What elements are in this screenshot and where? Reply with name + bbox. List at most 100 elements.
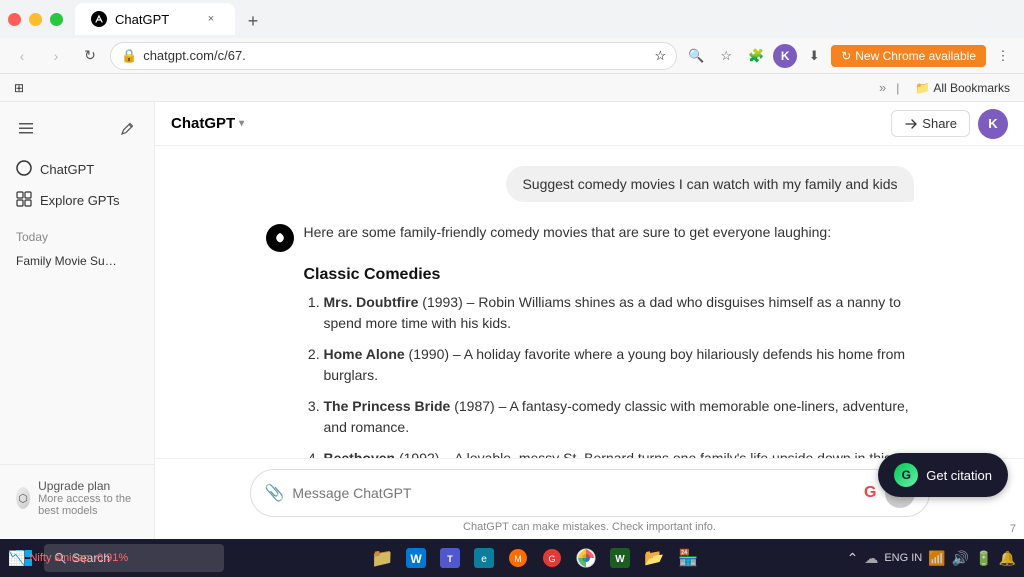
taskbar-app-1[interactable]: W bbox=[401, 543, 431, 573]
download-icon[interactable]: ⬇ bbox=[801, 43, 827, 69]
sidebar-item-explore[interactable]: Explore GPTs bbox=[8, 185, 146, 216]
svg-text:M: M bbox=[515, 554, 523, 564]
user-avatar[interactable]: K bbox=[978, 109, 1008, 139]
user-bubble: Suggest comedy movies I can watch with m… bbox=[506, 166, 913, 202]
explore-label: Explore GPTs bbox=[40, 193, 119, 208]
svg-text:e: e bbox=[482, 554, 488, 565]
taskbar-app-file[interactable]: 📁 bbox=[367, 543, 397, 573]
taskbar-arrow-icon[interactable]: ⌃ bbox=[847, 550, 859, 567]
back-button[interactable]: ‹ bbox=[8, 42, 36, 70]
upgrade-title: Upgrade plan bbox=[38, 479, 138, 493]
new-tab-button[interactable]: + bbox=[239, 7, 267, 35]
get-citation-button[interactable]: G Get citation bbox=[878, 453, 1008, 497]
stock-change: -0.91% bbox=[93, 552, 128, 564]
battery-icon[interactable]: 🔋 bbox=[975, 550, 992, 567]
stock-name: Nifty smicap bbox=[29, 552, 89, 564]
history-item-family-movies[interactable]: Family Movie Suggestions ··· bbox=[8, 248, 146, 273]
svg-text:T: T bbox=[448, 554, 454, 564]
star-bookmark-icon[interactable]: ☆ bbox=[713, 43, 739, 69]
extensions-icon[interactable]: 🧩 bbox=[743, 43, 769, 69]
list-item: Mrs. Doubtfire (1993) – Robin Williams s… bbox=[324, 292, 914, 334]
svg-text:W: W bbox=[616, 554, 626, 565]
all-bookmarks-label: All Bookmarks bbox=[933, 81, 1010, 95]
user-message: Suggest comedy movies I can watch with m… bbox=[266, 166, 914, 202]
address-bar[interactable]: 🔒 chatgpt.com/c/67. ☆ bbox=[110, 42, 677, 70]
assistant-message: Here are some family-friendly comedy mov… bbox=[266, 222, 914, 458]
window-minimize-button[interactable] bbox=[29, 13, 42, 26]
assistant-intro: Here are some family-friendly comedy mov… bbox=[304, 222, 832, 243]
apps-icon: ⊞ bbox=[14, 81, 24, 95]
today-label: Today bbox=[0, 220, 154, 248]
update-icon: ↻ bbox=[841, 49, 851, 63]
upgrade-plan-button[interactable]: ⬡ Upgrade plan More access to the best m… bbox=[12, 473, 142, 523]
chrome-update-label: New Chrome available bbox=[855, 49, 976, 63]
taskbar-app-circle2[interactable]: G bbox=[537, 543, 567, 573]
sound-icon[interactable]: 🔊 bbox=[952, 550, 969, 567]
taskbar-apps: 📁 W T e M G W 📂 🏪 bbox=[228, 543, 843, 573]
taskbar-app-folder[interactable]: 📂 bbox=[639, 543, 669, 573]
chat-title-chevron: ▾ bbox=[239, 118, 244, 129]
wifi-icon[interactable]: 📶 bbox=[928, 550, 945, 567]
chatgpt-label: ChatGPT bbox=[40, 162, 94, 177]
message-input[interactable] bbox=[292, 485, 856, 501]
grammarly-button[interactable]: G bbox=[864, 484, 876, 502]
list-item: Home Alone (1990) – A holiday favorite w… bbox=[324, 344, 914, 386]
notification-icon[interactable]: 🔔 bbox=[999, 550, 1016, 567]
section1-title: Classic Comedies bbox=[304, 266, 914, 284]
browser-tab[interactable]: ChatGPT × bbox=[75, 3, 235, 35]
list-item: The Princess Bride (1987) – A fantasy-co… bbox=[324, 396, 914, 438]
stock-ticker: 📉 Nifty smicap -0.91% bbox=[0, 539, 136, 577]
tab-favicon bbox=[91, 11, 107, 27]
taskbar-app-teams[interactable]: T bbox=[435, 543, 465, 573]
reload-button[interactable]: ↻ bbox=[76, 42, 104, 70]
taskbar: Search 📁 W T e M G W bbox=[0, 539, 1024, 577]
upgrade-icon: ⬡ bbox=[16, 487, 30, 509]
chat-title[interactable]: ChatGPT ▾ bbox=[171, 115, 244, 132]
history-item-label: Family Movie Suggestions bbox=[16, 254, 117, 268]
page-number: 7 bbox=[1010, 523, 1016, 535]
chat-title-text: ChatGPT bbox=[171, 115, 235, 132]
classic-movies-list: Mrs. Doubtfire (1993) – Robin Williams s… bbox=[304, 292, 914, 458]
all-bookmarks-item[interactable]: 📁 All Bookmarks bbox=[909, 79, 1016, 97]
taskbar-app-chrome[interactable] bbox=[571, 543, 601, 573]
folder-icon: 📁 bbox=[915, 81, 930, 95]
chat-area[interactable]: Suggest comedy movies I can watch with m… bbox=[155, 146, 1024, 458]
sidebar-item-chatgpt[interactable]: ChatGPT bbox=[8, 154, 146, 185]
menu-icon[interactable]: ⋮ bbox=[990, 43, 1016, 69]
svg-text:W: W bbox=[411, 552, 423, 566]
apps-bookmarks-button[interactable]: ⊞ bbox=[8, 79, 30, 97]
chat-header: ChatGPT ▾ Share K bbox=[155, 102, 1024, 146]
share-label: Share bbox=[922, 116, 957, 131]
taskbar-app-word[interactable]: W bbox=[605, 543, 635, 573]
upgrade-subtitle: More access to the best models bbox=[38, 493, 138, 517]
stock-down-icon: 📉 bbox=[8, 550, 25, 567]
chat-disclaimer: ChatGPT can make mistakes. Check importa… bbox=[463, 521, 716, 535]
profile-icon[interactable]: K bbox=[773, 44, 797, 68]
window-maximize-button[interactable] bbox=[50, 13, 63, 26]
sidebar-toggle-button[interactable] bbox=[12, 114, 40, 142]
star-icon[interactable]: ☆ bbox=[655, 48, 667, 64]
taskbar-app-circle1[interactable]: M bbox=[503, 543, 533, 573]
sidebar: ChatGPT Explore GPTs Today Family Movie … bbox=[0, 102, 155, 539]
new-chat-button[interactable] bbox=[114, 114, 142, 142]
taskbar-app-edge[interactable]: e bbox=[469, 543, 499, 573]
address-text: chatgpt.com/c/67. bbox=[143, 48, 648, 63]
window-close-button[interactable] bbox=[8, 13, 21, 26]
get-citation-label: Get citation bbox=[926, 468, 992, 483]
forward-button[interactable]: › bbox=[42, 42, 70, 70]
taskbar-lang: ENG IN bbox=[884, 551, 922, 565]
citation-icon: G bbox=[894, 463, 918, 487]
chatgpt-icon bbox=[16, 160, 32, 179]
explore-icon bbox=[16, 191, 32, 210]
chat-input-box: 📎 G ↑ bbox=[250, 469, 930, 517]
list-item: Beethoven (1992) – A lovable, messy St. … bbox=[324, 448, 914, 458]
attach-button[interactable]: 📎 bbox=[265, 483, 285, 503]
gpt-icon bbox=[266, 224, 294, 252]
tab-close-button[interactable]: × bbox=[203, 11, 219, 27]
taskbar-app-store[interactable]: 🏪 bbox=[673, 543, 703, 573]
svg-text:G: G bbox=[549, 554, 556, 564]
share-button[interactable]: Share bbox=[891, 110, 970, 137]
lock-icon: 🔒 bbox=[121, 48, 137, 64]
chrome-update-button[interactable]: ↻ New Chrome available bbox=[831, 45, 986, 67]
search-icon[interactable]: 🔍 bbox=[683, 43, 709, 69]
